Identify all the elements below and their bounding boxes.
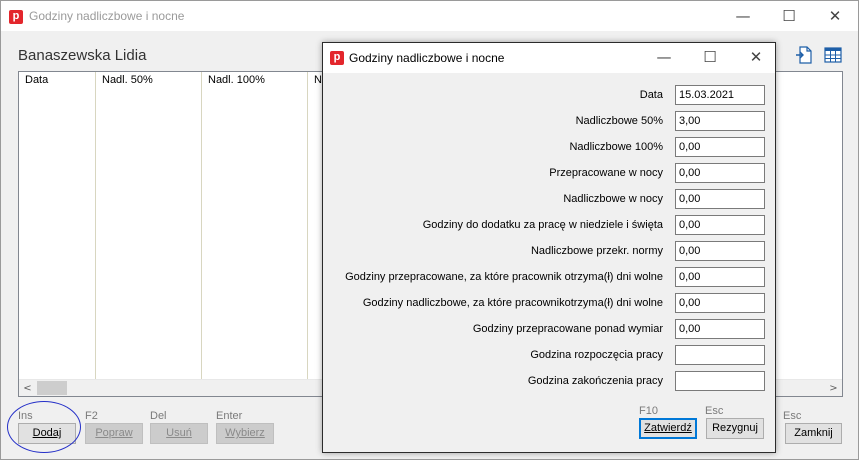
edit-button[interactable]: Popraw xyxy=(85,423,143,444)
main-titlebar[interactable]: p Godziny nadliczbowe i nocne — ☐ ✕ xyxy=(1,1,858,31)
select-shortcut-hint: Enter xyxy=(216,410,243,422)
dialog-minimize-button[interactable]: — xyxy=(641,42,687,72)
dialog-logo-icon: p xyxy=(330,51,344,65)
maximize-icon: ☐ xyxy=(782,7,796,25)
date-input[interactable] xyxy=(675,85,765,105)
highlight-annotation xyxy=(7,401,81,453)
minimize-icon: — xyxy=(656,48,672,66)
confirm-shortcut-hint: F10 xyxy=(639,405,658,417)
above-quota-input[interactable] xyxy=(675,319,765,339)
delete-button-label: Usuń xyxy=(166,427,192,439)
column-header-date[interactable]: Data xyxy=(19,72,95,88)
column-header-overtime-50[interactable]: Nadl. 50% xyxy=(96,72,201,88)
close-window-button[interactable]: Zamknij xyxy=(785,423,842,444)
close-button[interactable]: ✕ xyxy=(812,1,858,31)
dialog-form: Data Nadliczbowe 50% Nadliczbowe 100% Pr… xyxy=(330,75,768,441)
night-worked-input[interactable] xyxy=(675,163,765,183)
maximize-icon: ☐ xyxy=(703,48,717,66)
scroll-left-button[interactable]: < xyxy=(19,380,36,397)
cancel-shortcut-hint: Esc xyxy=(705,405,724,417)
chevron-left-icon: < xyxy=(23,383,32,394)
field-label-overtime-50: Nadliczbowe 50% xyxy=(575,115,663,127)
close-icon: ✕ xyxy=(828,7,842,25)
field-label-date: Data xyxy=(639,89,663,101)
dialog-close-button[interactable]: ✕ xyxy=(733,42,779,72)
delete-button[interactable]: Usuń xyxy=(150,423,208,444)
column-separator xyxy=(201,72,202,379)
close-icon: ✕ xyxy=(749,48,763,66)
app-logo-icon: p xyxy=(9,10,23,24)
field-label-night-overtime: Nadliczbowe w nocy xyxy=(563,193,663,205)
overtime-100-input[interactable] xyxy=(675,137,765,157)
column-header-overtime-100[interactable]: Nadl. 100% xyxy=(202,72,307,88)
end-time-input[interactable] xyxy=(675,371,765,391)
main-window-title: Godziny nadliczbowe i nocne xyxy=(29,9,185,23)
worked-days-off-input[interactable] xyxy=(675,267,765,287)
close-shortcut-hint: Esc xyxy=(783,410,802,422)
select-button-label: Wybierz xyxy=(225,427,265,439)
field-label-above-quota: Godziny przepracowane ponad wymiar xyxy=(472,323,663,335)
employee-name: Banaszewska Lidia xyxy=(18,47,147,64)
field-label-night-worked: Przepracowane w nocy xyxy=(549,167,663,179)
sunday-holiday-input[interactable] xyxy=(675,215,765,235)
overtime-50-input[interactable] xyxy=(675,111,765,131)
field-label-worked-days-off: Godziny przepracowane, za które pracowni… xyxy=(345,271,663,283)
field-label-norm-exceeded: Nadliczbowe przekr. normy xyxy=(530,245,663,257)
scroll-right-button[interactable]: > xyxy=(825,380,842,397)
column-separator xyxy=(307,72,308,379)
scroll-thumb[interactable] xyxy=(37,381,67,395)
cancel-button[interactable]: Rezygnuj xyxy=(706,418,764,439)
confirm-button-label: Zatwierdź xyxy=(644,422,692,434)
close-window-button-label: Zamknij xyxy=(794,427,833,439)
minimize-icon: — xyxy=(735,7,751,25)
field-label-end-time: Godzina zakończenia pracy xyxy=(527,375,663,387)
field-label-start-time: Godzina rozpoczęcia pracy xyxy=(530,349,663,361)
start-time-input[interactable] xyxy=(675,345,765,365)
export-document-icon[interactable] xyxy=(795,46,813,64)
delete-shortcut-hint: Del xyxy=(150,410,167,422)
select-button[interactable]: Wybierz xyxy=(216,423,274,444)
field-label-sunday-holiday: Godziny do dodatku za pracę w niedziele … xyxy=(422,219,663,231)
field-label-overtime-100: Nadliczbowe 100% xyxy=(569,141,663,153)
dialog-maximize-button[interactable]: ☐ xyxy=(687,42,733,72)
confirm-button[interactable]: Zatwierdź xyxy=(639,418,697,439)
night-overtime-input[interactable] xyxy=(675,189,765,209)
overtime-days-off-input[interactable] xyxy=(675,293,765,313)
table-view-icon[interactable] xyxy=(824,46,842,64)
dialog-titlebar[interactable]: p Godziny nadliczbowe i nocne — ☐ ✕ xyxy=(323,43,775,73)
overtime-dialog: p Godziny nadliczbowe i nocne — ☐ ✕ Data… xyxy=(322,42,776,453)
maximize-button[interactable]: ☐ xyxy=(766,1,812,31)
field-label-overtime-days-off: Godziny nadliczbowe, za które pracowniko… xyxy=(362,297,663,309)
dialog-title: Godziny nadliczbowe i nocne xyxy=(349,51,505,65)
column-separator xyxy=(95,72,96,379)
edit-shortcut-hint: F2 xyxy=(85,410,98,422)
cancel-button-label: Rezygnuj xyxy=(712,422,758,434)
minimize-button[interactable]: — xyxy=(720,1,766,31)
edit-button-label: Popraw xyxy=(95,427,133,439)
chevron-right-icon: > xyxy=(829,383,838,394)
norm-exceeded-input[interactable] xyxy=(675,241,765,261)
